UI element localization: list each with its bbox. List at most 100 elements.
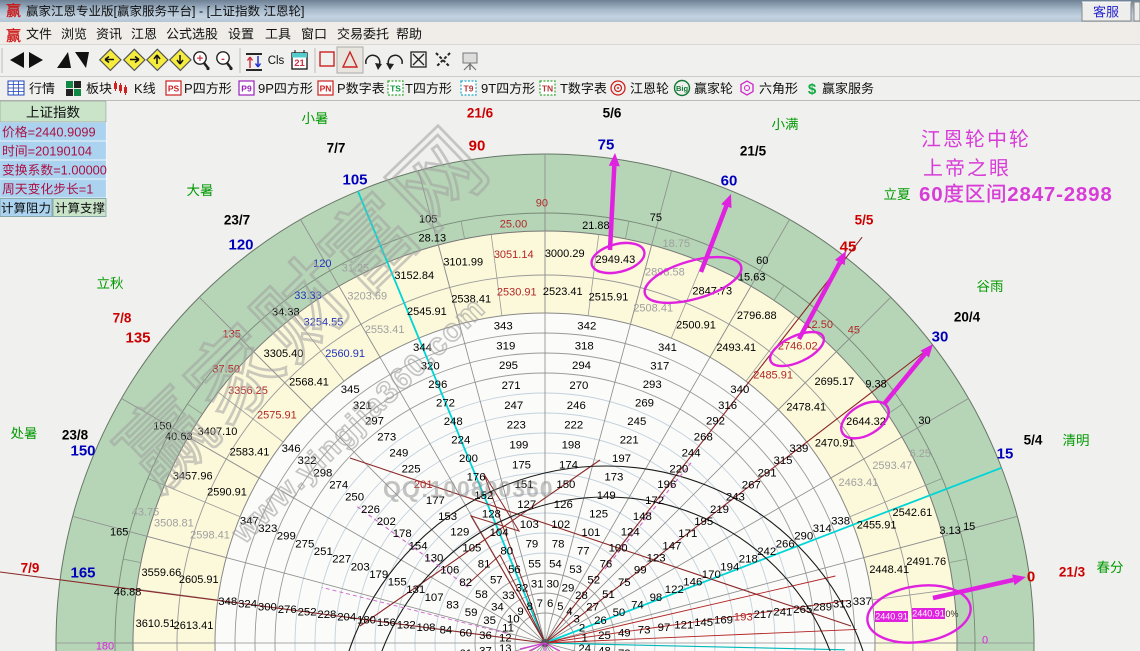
svg-text:339: 339 — [789, 443, 808, 455]
svg-text:28: 28 — [575, 590, 588, 602]
svg-text:46.88: 46.88 — [114, 587, 142, 599]
svg-text:200: 200 — [459, 453, 478, 465]
svg-text:15: 15 — [963, 521, 975, 533]
svg-text:] - [: ] - [ — [192, 5, 211, 19]
svg-text:318: 318 — [575, 340, 594, 352]
svg-text:34: 34 — [491, 601, 504, 613]
svg-text:292: 292 — [706, 416, 725, 428]
svg-text:194: 194 — [720, 561, 739, 573]
svg-text:QQ:100800360: QQ:100800360 — [383, 476, 554, 502]
svg-text:146: 146 — [683, 577, 702, 589]
svg-text:2463.41: 2463.41 — [839, 477, 879, 489]
svg-text:324: 324 — [238, 599, 257, 611]
svg-text:2553.41: 2553.41 — [365, 324, 405, 336]
svg-text:35: 35 — [483, 615, 496, 627]
svg-text:7/9: 7/9 — [21, 561, 40, 576]
svg-text:290: 290 — [794, 531, 813, 543]
svg-text:2847-2898: 2847-2898 — [1007, 183, 1112, 206]
svg-text:0%: 0% — [945, 609, 958, 619]
svg-text:TS: TS — [390, 84, 401, 94]
svg-text:273: 273 — [377, 432, 396, 444]
svg-text:132: 132 — [397, 620, 416, 632]
svg-text:7: 7 — [537, 598, 543, 610]
svg-text:T: T — [405, 81, 413, 96]
svg-text:2898.58: 2898.58 — [645, 267, 685, 279]
svg-text:199: 199 — [509, 440, 528, 452]
svg-text:56: 56 — [508, 564, 521, 576]
svg-text:23/7: 23/7 — [224, 213, 250, 228]
svg-text:2695.17: 2695.17 — [815, 376, 855, 388]
svg-text:340: 340 — [730, 384, 749, 396]
svg-text:Cls: Cls — [268, 55, 285, 67]
svg-text:82: 82 — [459, 577, 472, 589]
svg-text:84: 84 — [440, 625, 453, 637]
svg-text:33: 33 — [502, 590, 515, 602]
svg-text:15.63: 15.63 — [738, 271, 766, 283]
svg-text:83: 83 — [446, 600, 459, 612]
svg-text:296: 296 — [428, 379, 447, 391]
svg-text:3203.69: 3203.69 — [347, 290, 387, 302]
svg-text:=1: =1 — [79, 182, 94, 197]
svg-text:271: 271 — [502, 380, 521, 392]
svg-text:246: 246 — [567, 400, 586, 412]
svg-text:247: 247 — [504, 400, 523, 412]
svg-text:300: 300 — [258, 601, 277, 613]
svg-text:345: 345 — [341, 384, 360, 396]
svg-text:195: 195 — [694, 516, 713, 528]
svg-text:13: 13 — [499, 643, 512, 651]
svg-text:129: 129 — [450, 527, 469, 539]
svg-text:251: 251 — [314, 546, 333, 558]
svg-text:299: 299 — [277, 531, 296, 543]
svg-text:294: 294 — [572, 360, 591, 372]
svg-text:276: 276 — [278, 604, 297, 616]
svg-text:50: 50 — [613, 607, 626, 619]
svg-text:275: 275 — [295, 538, 314, 550]
svg-text:57: 57 — [490, 574, 503, 586]
svg-text:153: 153 — [438, 511, 457, 523]
svg-text:150: 150 — [70, 443, 95, 460]
svg-text:6: 6 — [547, 598, 553, 610]
svg-text:149: 149 — [597, 490, 616, 502]
svg-text:7/8: 7/8 — [113, 311, 132, 326]
svg-text:217: 217 — [754, 609, 773, 621]
svg-text:317: 317 — [650, 361, 669, 373]
svg-text:268: 268 — [694, 432, 713, 444]
svg-text:75: 75 — [618, 577, 631, 589]
svg-text:21/6: 21/6 — [467, 106, 494, 121]
svg-text:154: 154 — [409, 540, 428, 552]
svg-text:60: 60 — [459, 627, 472, 639]
svg-text:77: 77 — [577, 545, 590, 557]
svg-text:59: 59 — [465, 607, 478, 619]
svg-text:241: 241 — [773, 607, 792, 619]
svg-text:37: 37 — [479, 646, 492, 651]
svg-text:P9: P9 — [241, 84, 252, 94]
svg-text:2542.61: 2542.61 — [893, 507, 933, 519]
svg-text:Big: Big — [676, 84, 689, 93]
svg-text:36: 36 — [479, 630, 492, 642]
svg-text:[: [ — [114, 5, 118, 19]
svg-text:80: 80 — [500, 545, 513, 557]
svg-text:105: 105 — [462, 543, 481, 555]
svg-text:222: 222 — [564, 420, 583, 432]
svg-text:252: 252 — [298, 607, 317, 619]
svg-text:60: 60 — [919, 183, 943, 206]
svg-text:98: 98 — [650, 592, 663, 604]
svg-text:2493.41: 2493.41 — [716, 342, 756, 354]
svg-text:250: 250 — [345, 492, 364, 504]
svg-text:-: - — [221, 53, 225, 65]
svg-text:9P: 9P — [258, 81, 274, 96]
svg-text:249: 249 — [389, 447, 408, 459]
svg-text:7/7: 7/7 — [327, 141, 346, 156]
svg-text:=1.00000: =1.00000 — [53, 163, 107, 178]
svg-text:245: 245 — [627, 416, 646, 428]
svg-text:106: 106 — [440, 565, 459, 577]
svg-text:9.38: 9.38 — [865, 378, 886, 390]
svg-text:293: 293 — [643, 379, 662, 391]
svg-text:2470.91: 2470.91 — [815, 438, 855, 450]
svg-text:2478.41: 2478.41 — [786, 402, 826, 414]
svg-text:121: 121 — [674, 620, 693, 632]
svg-text:P: P — [184, 81, 193, 96]
svg-text:3559.66: 3559.66 — [142, 567, 182, 579]
svg-text:52: 52 — [587, 574, 600, 586]
svg-text:219: 219 — [710, 504, 729, 516]
